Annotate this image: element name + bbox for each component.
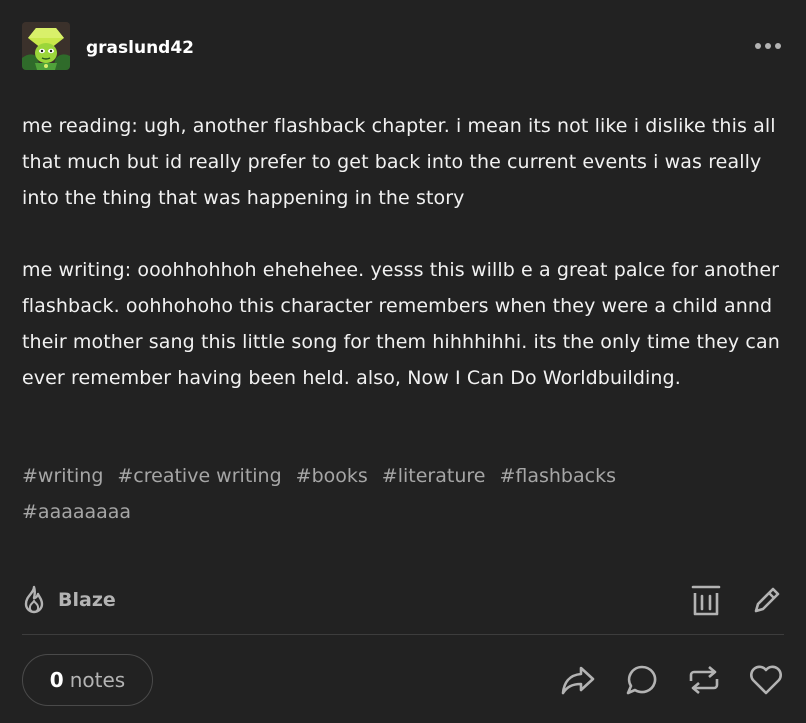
notes-button[interactable]: 0 notes <box>22 654 153 706</box>
tag-flashbacks[interactable]: #flashbacks <box>499 458 616 494</box>
post-card: graslund42 me reading: ugh, another flas… <box>0 0 806 723</box>
pencil-icon <box>754 587 780 613</box>
reblog-icon <box>689 666 719 694</box>
divider <box>22 634 784 635</box>
share-icon <box>561 666 595 695</box>
blaze-button[interactable]: Blaze <box>20 582 116 618</box>
trash-icon <box>691 585 721 616</box>
tag-literature[interactable]: #literature <box>382 458 486 494</box>
like-button[interactable] <box>746 660 786 700</box>
flame-icon <box>24 585 44 614</box>
edit-button[interactable] <box>747 580 787 620</box>
post-header: graslund42 <box>22 22 784 72</box>
reblog-button[interactable] <box>684 660 724 700</box>
reply-icon <box>626 665 657 695</box>
more-options-button[interactable] <box>752 34 784 58</box>
reply-button[interactable] <box>622 660 662 700</box>
post-paragraph: me writing: ooohhohhoh ehehehee. yesss t… <box>22 259 780 389</box>
post-tags: #writing #creative writing #books #literatu… <box>22 458 792 530</box>
avatar[interactable] <box>22 22 70 70</box>
share-button[interactable] <box>558 660 598 700</box>
tag-creative-writing[interactable]: #creative writing <box>117 458 281 494</box>
post-controls: Blaze <box>20 578 784 622</box>
author-username[interactable]: graslund42 <box>86 38 194 58</box>
avatar-image <box>22 22 70 70</box>
ellipsis-icon <box>755 43 781 49</box>
notes-label: notes <box>69 668 126 692</box>
heart-icon <box>750 665 782 695</box>
tag-aaaaaaaa[interactable]: #aaaaaaaa <box>22 494 131 530</box>
delete-button[interactable] <box>686 580 726 620</box>
blaze-label: Blaze <box>58 589 116 611</box>
tag-writing[interactable]: #writing <box>22 458 103 494</box>
post-body: me reading: ugh, another flashback chapt… <box>22 108 792 396</box>
tag-books[interactable]: #books <box>296 458 368 494</box>
post-paragraph: me reading: ugh, another flashback chapt… <box>22 115 776 209</box>
notes-count: 0 <box>49 668 64 692</box>
